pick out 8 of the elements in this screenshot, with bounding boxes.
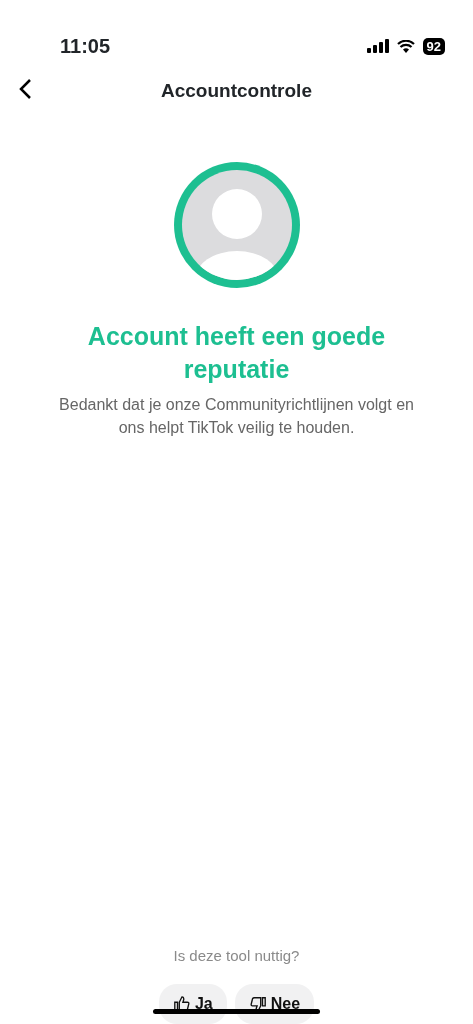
signal-icon (366, 39, 389, 53)
status-message: Bedankt dat je onze Communityrichtlijnen volgt en ons helpt TikTok veilig te houden. (58, 395, 415, 439)
feedback-question: Is deze tool nuttig? (173, 946, 300, 966)
battery-level: 92 (422, 37, 445, 55)
status-heading: Account heeft een goede reputatie (86, 321, 387, 385)
wifi-icon (396, 39, 415, 53)
page-title: Accountcontrole (161, 78, 312, 103)
status-time: 11:05 (60, 34, 111, 59)
